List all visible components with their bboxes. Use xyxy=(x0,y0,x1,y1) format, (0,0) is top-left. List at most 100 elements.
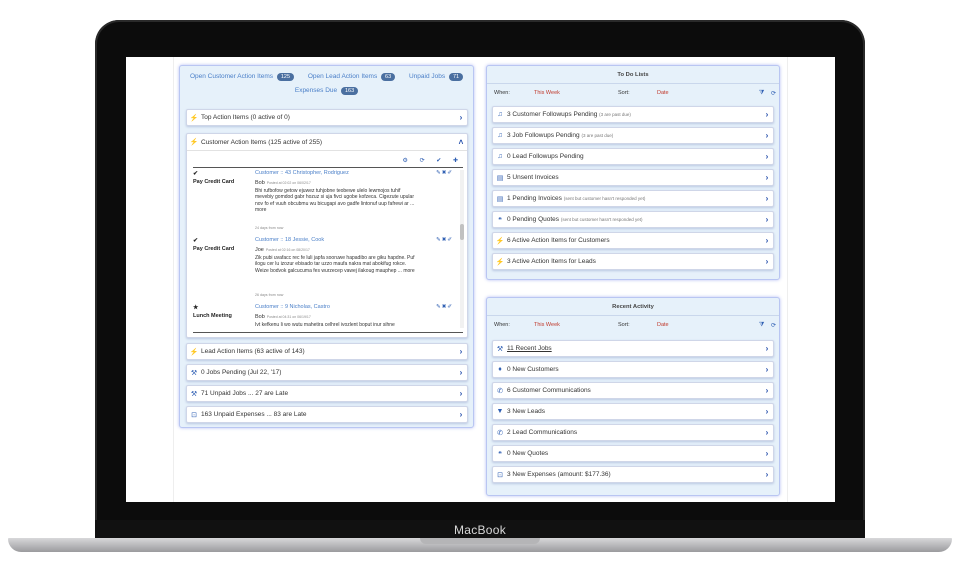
chevron-right-icon[interactable]: › xyxy=(455,410,467,419)
chevron-right-icon[interactable]: › xyxy=(761,110,773,119)
customer-action-items-todo-row[interactable]: ⚡ 6 Active Action Items for Customers › xyxy=(492,232,774,249)
action-items-panel: Open Customer Action Items 125 Open Lead… xyxy=(179,65,474,428)
customer-link[interactable]: Customer :: 43 Christopher, Rodriguez xyxy=(255,170,349,176)
chevron-right-icon[interactable]: › xyxy=(455,368,467,377)
tab-expenses-due[interactable]: Expenses Due 163 xyxy=(295,87,359,95)
row-label-text: 3 Job Followups Pending xyxy=(507,132,580,139)
chevron-right-icon[interactable]: › xyxy=(761,173,773,182)
laptop-notch xyxy=(420,538,540,544)
when-select[interactable]: This Week xyxy=(534,322,560,328)
recent-jobs-row[interactable]: ⚒ 11 Recent Jobs › xyxy=(492,340,774,357)
chevron-right-icon[interactable]: › xyxy=(761,428,773,437)
check-icon: ✔ xyxy=(193,171,199,177)
row-label-text: 0 Lead Followups Pending xyxy=(507,153,584,160)
chevron-right-icon[interactable]: › xyxy=(761,386,773,395)
row-note: (3 are past due) xyxy=(599,112,631,117)
chevron-right-icon[interactable]: › xyxy=(761,236,773,245)
phone-icon: ✆ xyxy=(497,387,503,395)
row-label: 0 New Quotes xyxy=(507,450,549,457)
action-tools[interactable]: ⚙ ⟳ ✔ ✚ xyxy=(403,157,463,164)
new-expenses-row[interactable]: ⊡ 3 New Expenses (amount: $177.36) › xyxy=(492,466,774,483)
row-label: 3 Active Action Items for Leads xyxy=(507,258,761,265)
count-badge: 63 xyxy=(381,73,396,81)
row-label: 2 Lead Communications xyxy=(507,429,578,436)
action-edit-icons[interactable]: ✎✖✐ xyxy=(436,170,453,176)
lead-action-items-row[interactable]: ⚡ Lead Action Items (63 active of 143) › xyxy=(186,343,468,360)
row-label: 6 Active Action Items for Customers xyxy=(507,237,761,244)
lightning-icon: ⚡ xyxy=(495,258,505,266)
row-label-text: 5 Unsent Invoices xyxy=(507,174,559,181)
unpaid-jobs-row[interactable]: ⚒ 71 Unpaid Jobs ... 27 are Late › xyxy=(186,385,468,402)
chevron-right-icon[interactable]: › xyxy=(761,152,773,161)
chevron-right-icon[interactable]: › xyxy=(761,257,773,266)
new-customers-row[interactable]: ♦ 0 New Customers › xyxy=(492,361,774,378)
top-action-items-row[interactable]: ⚡ Top Action Items (0 active of 0) › xyxy=(186,109,468,126)
jobs-pending-row[interactable]: ⚒ 0 Jobs Pending (Jul 22, '17) › xyxy=(186,364,468,381)
customer-action-items-header[interactable]: ⚡ Customer Action Items (125 active of 2… xyxy=(187,134,467,151)
row-label: 6 Customer Communications xyxy=(507,387,591,394)
hammer-icon: ⚒ xyxy=(190,369,198,377)
bell-icon: ♫ xyxy=(497,111,503,118)
new-leads-row[interactable]: ▼ 3 New Leads › xyxy=(492,403,774,420)
tab-open-lead-action-items[interactable]: Open Lead Action Items 63 xyxy=(308,73,396,81)
scrollbar-thumb[interactable] xyxy=(460,224,464,240)
when-select[interactable]: This Week xyxy=(534,90,560,96)
chevron-up-icon[interactable]: ˄ xyxy=(455,138,467,147)
poster-name: Bob xyxy=(255,314,265,320)
chevron-right-icon[interactable]: › xyxy=(761,131,773,140)
job-followups-row[interactable]: ♫ 3 Job Followups Pending (3 are past du… xyxy=(492,127,774,144)
customer-followups-row[interactable]: ♫ 3 Customer Followups Pending (3 are pa… xyxy=(492,106,774,123)
row-label: 71 Unpaid Jobs ... 27 are Late xyxy=(201,390,289,397)
pending-quotes-row[interactable]: ❝ 0 Pending Quotes (sent but customer ha… xyxy=(492,211,774,228)
action-list[interactable]: ✔ Pay Credit Card Customer :: 43 Christop… xyxy=(193,170,455,330)
poster: Bob Posted at 04:31 on 06/19/17 xyxy=(255,314,311,320)
action-edit-icons[interactable]: ✎✖✐ xyxy=(436,304,453,310)
customer-communications-row[interactable]: ✆ 6 Customer Communications › xyxy=(492,382,774,399)
lightning-icon: ⚡ xyxy=(189,348,199,356)
lead-action-items-todo-row[interactable]: ⚡ 3 Active Action Items for Leads › xyxy=(492,253,774,270)
chevron-right-icon[interactable]: › xyxy=(761,215,773,224)
chevron-right-icon[interactable]: › xyxy=(761,194,773,203)
action-edit-icons[interactable]: ✎✖✐ xyxy=(436,237,453,243)
filter-icon[interactable]: ⧩ xyxy=(759,322,764,329)
funnel-icon: ▼ xyxy=(496,408,504,415)
chevron-right-icon[interactable]: › xyxy=(761,365,773,374)
divider xyxy=(193,167,463,168)
unpaid-expenses-row[interactable]: ⊡ 163 Unpaid Expenses ... 83 are Late › xyxy=(186,406,468,423)
chevron-right-icon[interactable]: › xyxy=(455,347,467,356)
chevron-right-icon[interactable]: › xyxy=(761,449,773,458)
sort-select[interactable]: Date xyxy=(657,322,669,328)
lead-followups-row[interactable]: ♫ 0 Lead Followups Pending › xyxy=(492,148,774,165)
customer-link[interactable]: Customer :: 9 Nicholas, Castro xyxy=(255,304,330,310)
row-note: (3 are past due) xyxy=(581,133,614,138)
chevron-right-icon[interactable]: › xyxy=(455,389,467,398)
list-item: ✔ Pay Credit Card Customer :: 18 Jessie, … xyxy=(193,237,455,304)
row-label: 1 Pending Invoices (sent but customer ha… xyxy=(507,195,761,202)
scrollbar-track[interactable] xyxy=(460,170,464,328)
chevron-right-icon[interactable]: › xyxy=(455,113,467,122)
pending-invoices-row[interactable]: ▤ 1 Pending Invoices (sent but customer … xyxy=(492,190,774,207)
chevron-right-icon[interactable]: › xyxy=(761,470,773,479)
lead-communications-row[interactable]: ✆ 2 Lead Communications › xyxy=(492,424,774,441)
action-type: ✔ Pay Credit Card xyxy=(193,237,251,252)
bell-icon: ♫ xyxy=(497,132,503,139)
tab-open-customer-action-items[interactable]: Open Customer Action Items 125 xyxy=(190,73,295,81)
refresh-icon[interactable]: ⟳ xyxy=(771,322,776,329)
sort-select[interactable]: Date xyxy=(657,90,669,96)
chevron-right-icon[interactable]: › xyxy=(761,407,773,416)
customer-link[interactable]: Customer :: 18 Jessie, Cook xyxy=(255,237,324,243)
todo-lists-panel: To Do Lists When: This Week Sort: Date ⧩… xyxy=(486,65,780,280)
sort-label: Sort: xyxy=(618,90,630,96)
unsent-invoices-row[interactable]: ▤ 5 Unsent Invoices › xyxy=(492,169,774,186)
due-text: 26 days from now xyxy=(255,293,284,297)
tab-unpaid-jobs[interactable]: Unpaid Jobs 71 xyxy=(409,73,464,81)
refresh-icon[interactable]: ⟳ xyxy=(771,90,776,97)
chevron-right-icon[interactable]: › xyxy=(761,344,773,353)
todo-filter-bar: When: This Week Sort: Date ⧩ ⟳ xyxy=(492,87,776,101)
bell-icon: ♫ xyxy=(497,153,503,160)
new-quotes-row[interactable]: ❝ 0 New Quotes › xyxy=(492,445,774,462)
filter-icon[interactable]: ⧩ xyxy=(759,90,764,97)
phone-icon: ✆ xyxy=(497,429,503,437)
quote-icon: ❝ xyxy=(498,216,502,224)
lightning-icon: ⚡ xyxy=(189,114,199,122)
